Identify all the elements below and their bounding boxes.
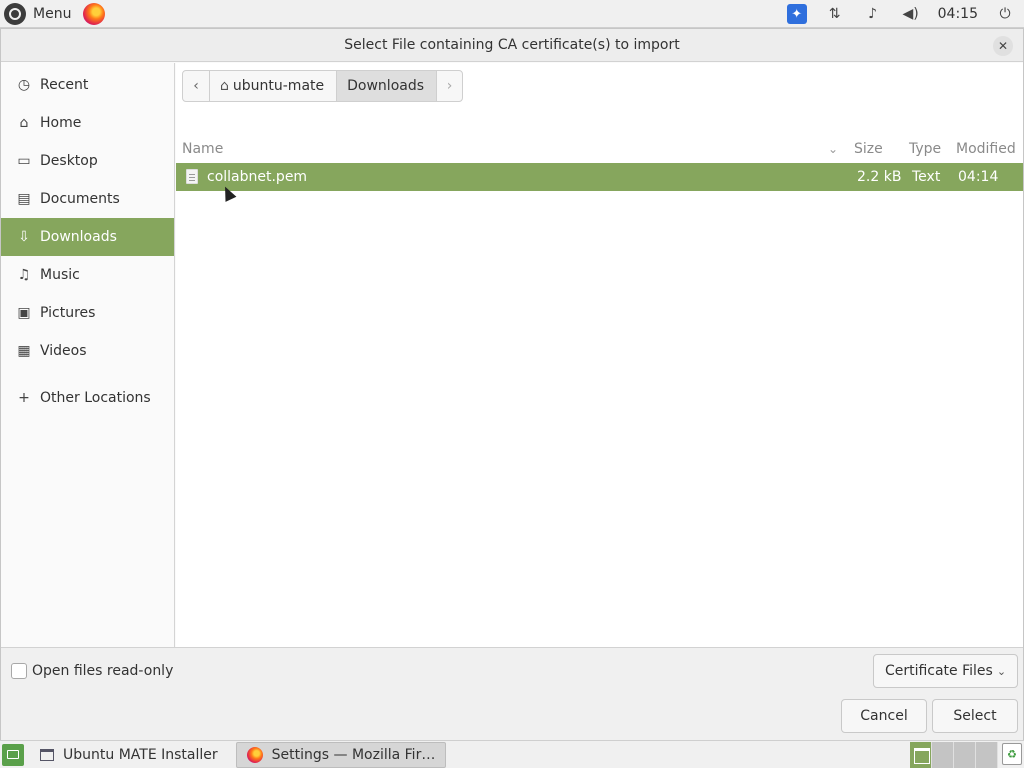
path-segment-downloads[interactable]: Downloads bbox=[336, 71, 437, 101]
sidebar-item-downloads[interactable]: ⇩ Downloads bbox=[1, 218, 174, 256]
column-headers: Name ⌄ Size Type Modified bbox=[176, 136, 1023, 162]
dialog-title: Select File containing CA certificate(s)… bbox=[344, 37, 680, 53]
workspace-3[interactable] bbox=[954, 742, 976, 768]
clock[interactable]: 04:15 bbox=[930, 6, 986, 22]
music-icon: ♫ bbox=[17, 267, 31, 283]
workspace-2[interactable] bbox=[932, 742, 954, 768]
accessibility-icon: ✦ bbox=[786, 4, 807, 24]
ubuntu-mate-logo-icon bbox=[4, 2, 26, 25]
sidebar-item-label: Downloads bbox=[40, 229, 117, 245]
sidebar-item-label: Other Locations bbox=[40, 390, 151, 406]
sidebar-item-desktop[interactable]: ▭ Desktop bbox=[1, 142, 174, 180]
sidebar-item-label: Recent bbox=[40, 77, 89, 93]
task-ubuntu-mate-installer[interactable]: Ubuntu MATE Installer bbox=[30, 742, 228, 768]
path-segment-label: Downloads bbox=[347, 78, 425, 94]
column-header-size[interactable]: Size bbox=[854, 141, 883, 157]
home-icon: ⌂ bbox=[220, 78, 229, 94]
file-chooser-dialog: Select File containing CA certificate(s)… bbox=[0, 28, 1024, 740]
clock-icon: ◷ bbox=[17, 77, 31, 93]
sidebar-item-home[interactable]: ⌂ Home bbox=[1, 104, 174, 142]
accessibility-tray[interactable]: ✦ bbox=[778, 0, 816, 28]
sidebar-item-label: Desktop bbox=[40, 153, 98, 169]
sidebar-item-documents[interactable]: ▤ Documents bbox=[1, 180, 174, 218]
sort-chevron-icon[interactable]: ⌄ bbox=[828, 142, 838, 156]
show-desktop-icon[interactable] bbox=[2, 743, 24, 766]
bottom-taskbar: Ubuntu MATE Installer Settings — Mozilla… bbox=[0, 740, 1024, 768]
workspace-1[interactable] bbox=[910, 742, 932, 768]
readonly-label: Open files read-only bbox=[32, 663, 174, 679]
file-size: 2.2 kB bbox=[857, 169, 902, 185]
chevron-down-icon: ⌄ bbox=[996, 664, 1007, 678]
file-modified: 04:14 bbox=[958, 169, 999, 185]
sidebar-item-label: Pictures bbox=[40, 305, 96, 321]
top-panel: Menu ✦ ⇅ ♪ ◀) 04:15 ⏻ bbox=[0, 0, 1024, 28]
column-header-modified[interactable]: Modified bbox=[956, 141, 1016, 157]
menu-label: Menu bbox=[33, 5, 72, 22]
column-header-name[interactable]: Name bbox=[182, 141, 223, 157]
file-filter-dropdown[interactable]: Certificate Files ⌄ bbox=[873, 654, 1018, 688]
sidebar-separator bbox=[1, 370, 174, 379]
sidebar-item-label: Videos bbox=[40, 343, 87, 359]
file-filter-value: Certificate Files bbox=[884, 663, 993, 679]
file-name: collabnet.pem bbox=[207, 169, 308, 185]
readonly-checkbox-row[interactable]: Open files read-only bbox=[11, 663, 173, 679]
firefox-launcher-icon[interactable] bbox=[83, 2, 106, 25]
sidebar-item-recent[interactable]: ◷ Recent bbox=[1, 66, 174, 104]
volume-icon[interactable]: ◀) bbox=[892, 0, 930, 28]
sidebar-item-videos[interactable]: ▦ Videos bbox=[1, 332, 174, 370]
document-icon: ▤ bbox=[17, 191, 31, 207]
sidebar-item-label: Documents bbox=[40, 191, 120, 207]
cancel-button[interactable]: Cancel bbox=[841, 699, 927, 733]
places-sidebar: ◷ Recent ⌂ Home ▭ Desktop ▤ Documents ⇩ Downloads… bbox=[1, 63, 175, 647]
picture-icon: ▣ bbox=[17, 305, 31, 321]
path-segment-label: ubuntu-mate bbox=[232, 78, 325, 94]
network-icon[interactable]: ⇅ bbox=[816, 0, 854, 28]
path-bar: ‹ ⌂ ubuntu-mate Downloads › bbox=[182, 70, 464, 102]
select-button[interactable]: Select bbox=[932, 699, 1018, 733]
task-firefox-settings[interactable]: Settings — Mozilla Fir… bbox=[235, 741, 447, 768]
path-segment-home[interactable]: ⌂ ubuntu-mate bbox=[209, 71, 336, 101]
plus-icon: + bbox=[18, 390, 30, 406]
sidebar-item-label: Home bbox=[40, 115, 82, 131]
firefox-icon bbox=[246, 746, 263, 763]
main-menu-button[interactable]: Menu bbox=[0, 0, 75, 28]
close-button[interactable]: ✕ bbox=[993, 36, 1013, 56]
sidebar-item-label: Music bbox=[40, 267, 80, 283]
file-row-selected[interactable]: collabnet.pem 2.2 kB Text 04:14 bbox=[176, 163, 1023, 191]
desktop-icon: ▭ bbox=[17, 153, 31, 169]
download-icon: ⇩ bbox=[18, 229, 30, 245]
dialog-titlebar[interactable]: Select File containing CA certificate(s)… bbox=[1, 29, 1023, 62]
sidebar-item-music[interactable]: ♫ Music bbox=[1, 256, 174, 294]
path-back-button[interactable]: ‹ bbox=[183, 71, 209, 101]
task-label: Ubuntu MATE Installer bbox=[63, 746, 218, 763]
window-icon bbox=[40, 748, 54, 761]
power-icon[interactable]: ⏻ bbox=[986, 0, 1024, 28]
video-icon: ▦ bbox=[17, 343, 31, 359]
sidebar-item-other-locations[interactable]: + Other Locations bbox=[1, 379, 174, 417]
workspace-4[interactable] bbox=[976, 742, 998, 768]
column-header-type[interactable]: Type bbox=[909, 141, 941, 157]
path-forward-button[interactable]: › bbox=[436, 71, 462, 101]
file-list-pane: ‹ ⌂ ubuntu-mate Downloads › Name ⌄ Size … bbox=[176, 63, 1023, 647]
home-icon: ⌂ bbox=[19, 115, 29, 131]
trash-icon[interactable]: ♻ bbox=[1002, 743, 1022, 765]
system-tray: ✦ ⇅ ♪ ◀) 04:15 ⏻ bbox=[778, 0, 1024, 28]
workspace-switcher bbox=[910, 742, 998, 768]
readonly-checkbox[interactable] bbox=[11, 663, 27, 679]
notification-bell-icon[interactable]: ♪ bbox=[854, 0, 892, 28]
task-label: Settings — Mozilla Fir… bbox=[271, 746, 436, 763]
text-file-icon bbox=[186, 169, 198, 184]
sidebar-item-pictures[interactable]: ▣ Pictures bbox=[1, 294, 174, 332]
file-type: Text bbox=[912, 169, 941, 185]
dialog-action-area: Open files read-only Certificate Files ⌄… bbox=[1, 647, 1023, 740]
